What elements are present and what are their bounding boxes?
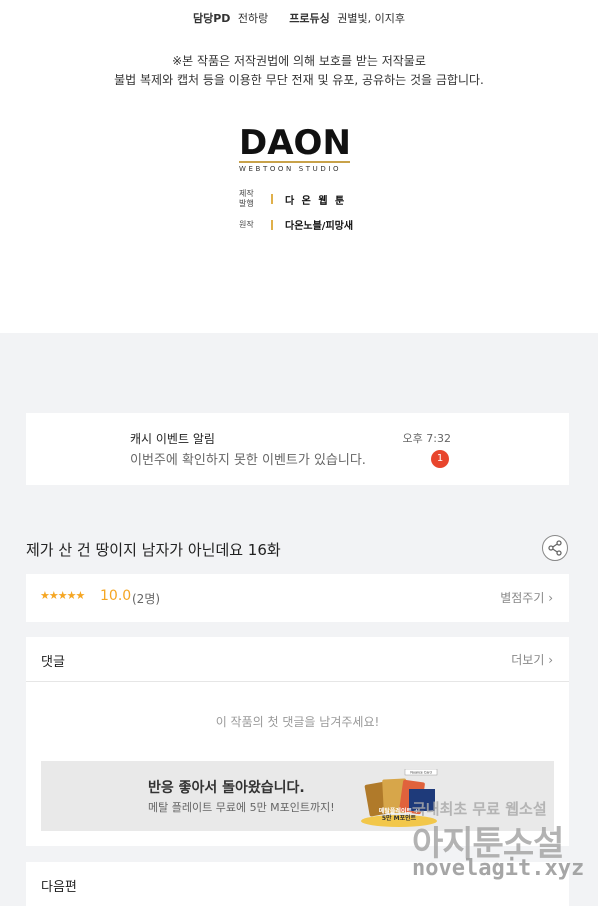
episode-footer: 캐시 이벤트 알림 이번주에 확인하지 못한 이벤트가 있습니다. 오후 7:3… (0, 333, 598, 906)
studio-row-production: 제작 발행 다 온 웹 툰 (239, 189, 359, 209)
studio-info: 제작 발행 다 온 웹 툰 원작 다온노블/피망새 (239, 189, 359, 240)
rate-button[interactable]: 별점주기 › (500, 589, 553, 606)
episode-end-credits: 담당PD 전하랑 프로듀싱 권별빛, 이지후 ※본 작품은 저작권법에 의해 보… (0, 0, 598, 333)
producing-names: 권별빛, 이지후 (337, 12, 405, 25)
notice-line-2: 불법 복제와 캡처 등을 이용한 무단 전재 및 유포, 공유하는 것을 금합니… (114, 73, 484, 87)
comments-header: 댓글 (41, 655, 65, 670)
logo-subtitle: WEBTOON STUDIO (239, 165, 342, 173)
rating-card: ★★★★★ 10.0 (2명) 별점주기 › (26, 574, 569, 622)
card-text-2: 5만 M포인트 (382, 814, 417, 822)
alert-message: 이번주에 확인하지 못한 이벤트가 있습니다. (130, 453, 366, 468)
row-value: 다온노블/피망새 (285, 221, 354, 232)
producing-label: 프로듀싱 (289, 12, 330, 25)
episode-title: 제가 산 건 땅이지 남자가 아닌데요 16화 (26, 541, 281, 559)
card-tag: Nuance Card (410, 771, 431, 775)
comments-card: 댓글 더보기 › 이 작품의 첫 댓글을 남겨주세요! 반응 좋아서 돌아왔습니… (26, 637, 569, 846)
next-episode-header: 다음편 (41, 880, 77, 895)
alert-time: 오후 7:32 (402, 432, 451, 445)
comments-empty-message: 이 작품의 첫 댓글을 남겨주세요! (215, 715, 380, 729)
notice-line-1: ※본 작품은 저작권법에 의해 보호를 받는 저작물로 (172, 54, 426, 68)
row-label: 제작 (239, 189, 254, 198)
alert-title: 캐시 이벤트 알림 (130, 432, 215, 446)
row-label: 발행 (239, 199, 254, 208)
banner-subtitle: 메탈 플레이트 무료에 5만 M포인트까지! (148, 801, 335, 814)
share-button[interactable] (542, 535, 568, 561)
promo-banner[interactable]: 반응 좋아서 돌아왔습니다. 메탈 플레이트 무료에 5만 M포인트까지! Nu… (41, 761, 554, 831)
banner-title: 반응 좋아서 돌아왔습니다. (148, 780, 305, 796)
rating-count: (2명) (132, 592, 161, 606)
divider (26, 681, 569, 682)
copyright-notice: ※본 작품은 저작권법에 의해 보호를 받는 저작물로 불법 복제와 캡처 등을… (0, 52, 598, 90)
next-episode-card[interactable]: 다음편 (26, 862, 569, 906)
credits-line: 담당PD 전하랑 프로듀싱 권별빛, 이지후 (0, 10, 598, 26)
row-value: 다 온 웹 툰 (285, 195, 347, 207)
cash-event-alert[interactable]: 캐시 이벤트 알림 이번주에 확인하지 못한 이벤트가 있습니다. 오후 7:3… (26, 413, 569, 485)
studio-logo: DAON WEBTOON STUDIO (239, 126, 351, 173)
studio-row-original: 원작 다온노블/피망새 (239, 217, 359, 232)
logo-wordmark: DAON (239, 123, 351, 163)
share-icon (548, 540, 562, 556)
rating-score: 10.0 (100, 588, 132, 604)
row-label: 원작 (239, 219, 254, 229)
comments-more-link[interactable]: 더보기 › (511, 651, 553, 668)
pd-name: 전하랑 (237, 12, 269, 25)
metal-card-graphic: Nuance Card 메탈플레이트 + 5만 M포인트 (361, 769, 438, 827)
notification-badge: 1 (431, 450, 449, 468)
pd-label: 담당PD (192, 12, 231, 25)
rating-stars: ★★★★★ (40, 589, 85, 602)
card-text-1: 메탈플레이트 + (379, 807, 419, 815)
